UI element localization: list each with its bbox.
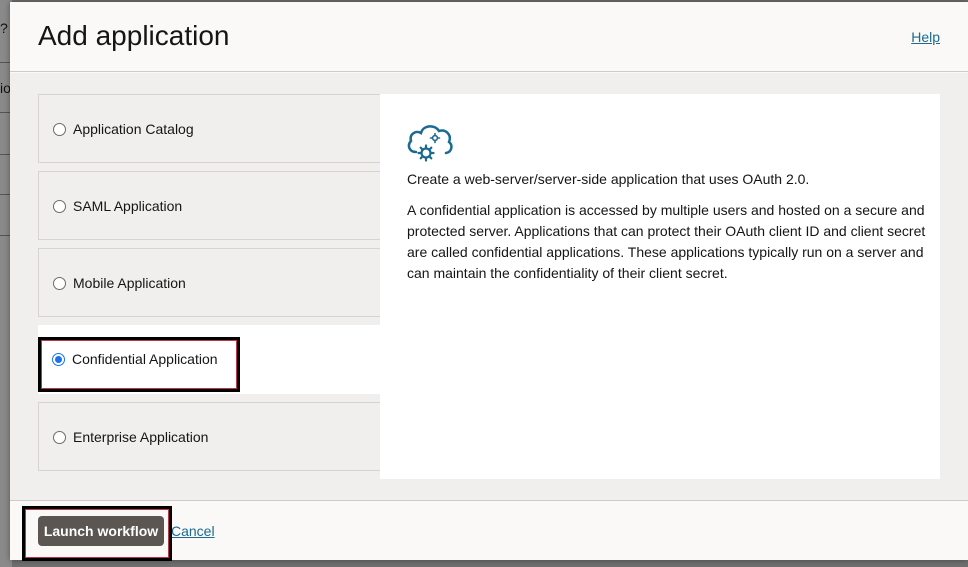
option-label: Enterprise Application: [73, 429, 209, 445]
dialog-header: Add application Help: [10, 2, 968, 72]
option-label: Mobile Application: [73, 275, 186, 291]
help-link[interactable]: Help: [911, 29, 940, 45]
radio-button[interactable]: [53, 123, 66, 136]
option-label: Confidential Application: [72, 351, 218, 367]
application-detail-panel: Create a web-server/server-side applicat…: [380, 94, 940, 479]
option-mobile-application[interactable]: Mobile Application: [38, 248, 380, 317]
detail-description: A confidential application is accessed b…: [407, 202, 926, 281]
cloud-gear-icon: [407, 125, 453, 162]
option-saml-application[interactable]: SAML Application: [38, 171, 380, 240]
radio-button-selected[interactable]: [52, 353, 65, 366]
radio-button[interactable]: [53, 277, 66, 290]
dialog-body: Application Catalog SAML Application Mob…: [10, 73, 968, 500]
background-text: ?: [0, 20, 8, 36]
option-application-catalog[interactable]: Application Catalog: [38, 94, 380, 163]
option-label: SAML Application: [73, 198, 183, 214]
option-enterprise-application[interactable]: Enterprise Application: [38, 402, 380, 471]
cancel-link[interactable]: Cancel: [171, 523, 215, 539]
radio-button[interactable]: [53, 431, 66, 444]
option-label: Application Catalog: [73, 121, 194, 137]
radio-button[interactable]: [53, 200, 66, 213]
dialog-footer: Launch workflow Cancel: [10, 500, 968, 561]
option-confidential-application[interactable]: Confidential Application: [38, 325, 380, 394]
detail-subtitle: Create a web-server/server-side applicat…: [407, 171, 810, 187]
launch-workflow-button[interactable]: Launch workflow: [38, 516, 164, 546]
add-application-dialog: Add application Help Application Catalog…: [10, 2, 968, 561]
dialog-title: Add application: [38, 20, 230, 51]
